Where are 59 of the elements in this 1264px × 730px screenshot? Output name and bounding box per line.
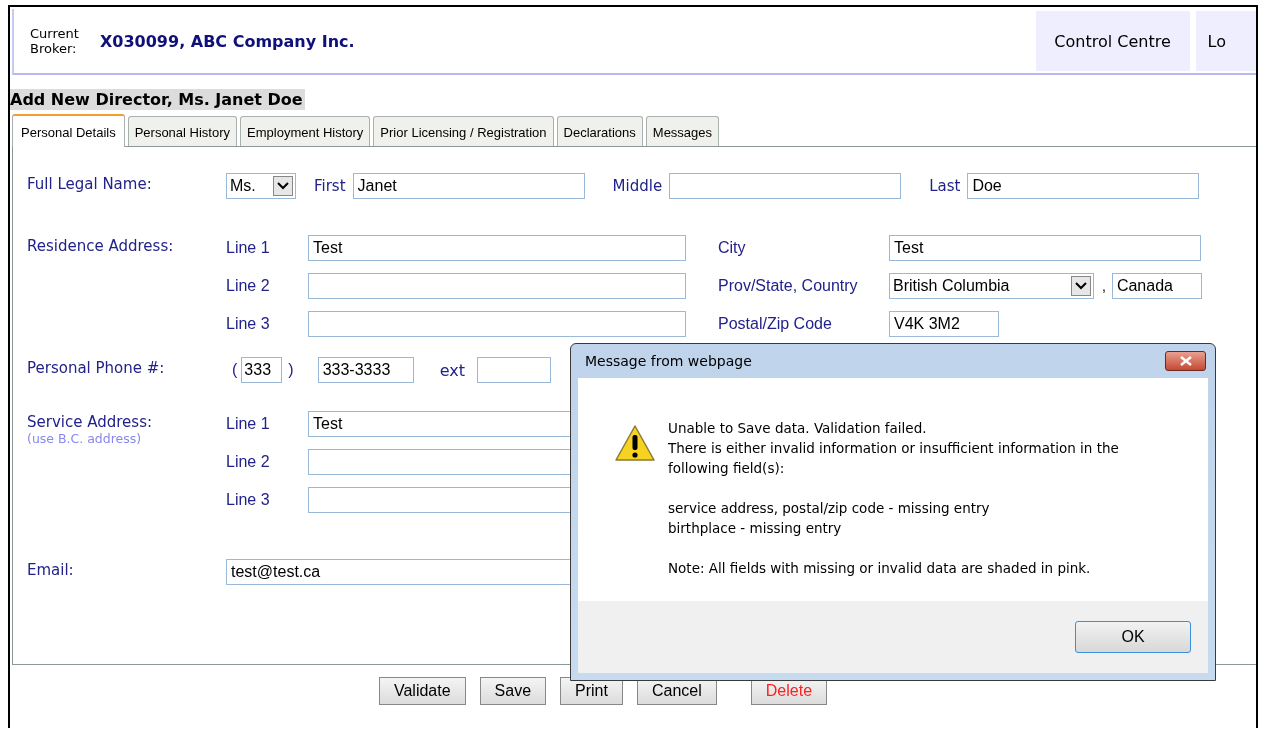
address-field[interactable] <box>308 311 686 337</box>
section-note: (use B.C. address) <box>27 431 143 446</box>
postal-code-field[interactable]: V4K 3M2 <box>889 311 999 337</box>
name-field[interactable] <box>669 173 902 199</box>
field-label: Line 2 <box>226 453 271 471</box>
field-label: Prov/State, Country <box>718 277 859 295</box>
caret-icon <box>273 176 293 196</box>
field-label: Line 3 <box>226 315 271 333</box>
tab[interactable]: Employment History <box>240 116 371 146</box>
field-label: Postal/Zip Code <box>718 315 833 333</box>
separator: , <box>1102 278 1106 294</box>
section-label: Service Address: <box>27 412 153 431</box>
field-label: Line 3 <box>226 491 271 509</box>
nav-link[interactable]: Control Centre <box>1035 11 1190 71</box>
field-label: City <box>718 239 747 257</box>
address-field[interactable]: Test <box>308 235 686 261</box>
section-label: Residence Address: <box>27 236 175 255</box>
tab[interactable]: Personal Details <box>12 114 125 147</box>
nav-link[interactable]: Lo <box>1195 11 1256 71</box>
page-title: Add New Director, Ms. Janet Doe <box>10 89 305 110</box>
name-field[interactable]: Doe <box>967 173 1200 199</box>
name-field[interactable]: Janet <box>352 173 585 199</box>
field-label: Line 1 <box>226 239 271 257</box>
address-field[interactable] <box>308 273 686 299</box>
province-select[interactable]: British Columbia <box>889 273 1094 299</box>
message-text: birthplace - missing entry <box>668 519 843 538</box>
tab[interactable]: Prior Licensing / Registration <box>373 116 554 146</box>
section-label: Personal Phone #: <box>27 358 166 377</box>
broker-name: X030099, ABC Company Inc. <box>100 31 355 51</box>
field-label: ext <box>439 360 465 380</box>
field-label: Last <box>929 177 961 195</box>
field-label: First <box>314 177 346 195</box>
broker-label: Current Broker: <box>30 26 80 56</box>
extension-field[interactable] <box>476 357 551 383</box>
dialog-title: Message from webpage <box>584 353 752 369</box>
bracket: ) <box>288 361 294 379</box>
ok-button[interactable]: OK <box>1075 621 1191 653</box>
close-button[interactable] <box>1165 351 1206 371</box>
field-label: Line 1 <box>226 415 271 433</box>
country-field[interactable]: Canada <box>1111 273 1202 299</box>
form-button[interactable]: Validate <box>378 677 466 705</box>
phone-field[interactable]: 333-3333 <box>317 357 414 383</box>
area-code-field[interactable]: 333 <box>241 357 283 383</box>
city-field[interactable]: Test <box>889 235 1201 261</box>
tab[interactable]: Declarations <box>556 116 643 146</box>
close-icon <box>1179 356 1192 366</box>
field-label: Line 2 <box>226 277 271 295</box>
caret-icon <box>1071 276 1091 296</box>
section-label: Email: <box>27 560 75 579</box>
field-label: Middle <box>612 177 663 195</box>
section-label: Full Legal Name: <box>27 174 153 193</box>
tab[interactable]: Personal History <box>127 116 238 146</box>
message-text: service address, postal/zip code - missing entry <box>668 499 991 518</box>
tab[interactable]: Messages <box>645 116 720 146</box>
message-text: There is either invalid information or insufficient information in the following field(s): <box>668 439 1120 478</box>
warning-icon <box>614 424 656 462</box>
bracket: ( <box>232 361 238 379</box>
form-button[interactable]: Save <box>479 677 547 705</box>
salutation-select[interactable]: Ms. <box>226 173 296 199</box>
